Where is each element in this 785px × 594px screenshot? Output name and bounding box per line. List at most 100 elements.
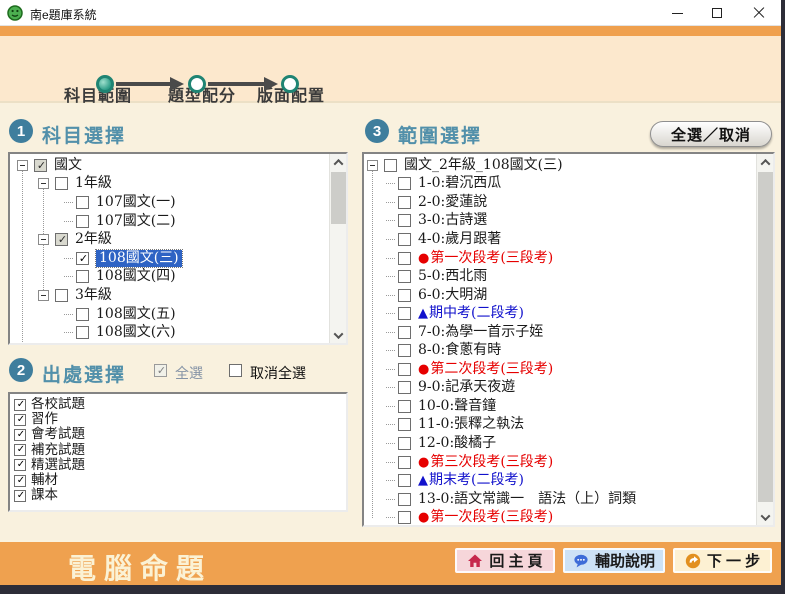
tree-checkbox[interactable]	[76, 270, 89, 283]
select-all-toggle-button[interactable]: 全選／取消	[650, 121, 772, 147]
list-checkbox[interactable]	[14, 444, 26, 456]
tree-row[interactable]: 108國文(五)	[10, 305, 329, 324]
select-all-label[interactable]: 全選	[175, 363, 203, 383]
tree-item-label[interactable]: 7-0:為學一首示子姪	[418, 324, 543, 341]
tree-item-label[interactable]: 1年級	[75, 175, 112, 192]
list-checkbox[interactable]	[14, 490, 26, 502]
tree-checkbox[interactable]	[55, 233, 68, 246]
tree-checkbox[interactable]	[398, 493, 411, 506]
list-checkbox[interactable]	[14, 475, 26, 487]
tree-row[interactable]: 1年級	[10, 175, 329, 194]
tree-row[interactable]: ▲期末考(二段考)	[364, 471, 756, 490]
tree-checkbox[interactable]	[55, 289, 68, 302]
tree-row[interactable]: 7-0:為學一首示子姪	[364, 323, 756, 342]
tree-checkbox[interactable]	[398, 270, 411, 283]
tree-row[interactable]: 13-0:語文常識一 語法（上）詞類	[364, 490, 756, 509]
tree-item-label[interactable]: 5-0:西北雨	[418, 268, 487, 285]
list-checkbox[interactable]	[14, 399, 26, 411]
scroll-down-button[interactable]	[757, 509, 774, 525]
tree-row[interactable]: 108國文(六)	[10, 323, 329, 342]
tree-item-label[interactable]: 108國文(三)	[96, 250, 182, 267]
tree-item-label[interactable]: ●第三次段考(三段考)	[418, 454, 553, 471]
tree-checkbox[interactable]	[398, 381, 411, 394]
next-step-button[interactable]: 下 一 步	[673, 548, 772, 573]
tree-checkbox[interactable]	[55, 177, 68, 190]
tree-row[interactable]: 3-0:古詩選	[364, 212, 756, 231]
tree-row[interactable]: 2年級	[10, 230, 329, 249]
list-item[interactable]: 精選試題	[10, 458, 346, 473]
tree-row[interactable]: 國文_2年級_108國文(三)	[364, 156, 756, 175]
tree-checkbox[interactable]	[76, 326, 89, 339]
tree-row[interactable]: 5-0:西北雨	[364, 267, 756, 286]
select-all-checkbox[interactable]	[154, 364, 167, 377]
tree-row[interactable]: 107國文(一)	[10, 193, 329, 212]
tree-item-label[interactable]: 11-0:張釋之執法	[418, 416, 524, 433]
list-item[interactable]: 各校試題	[10, 397, 346, 412]
list-item[interactable]: 課本	[10, 488, 346, 503]
tree-item-label[interactable]: 107國文(一)	[96, 194, 176, 211]
tree-item-label[interactable]: ▲期末考(二段考)	[418, 472, 524, 489]
tree-checkbox[interactable]	[34, 159, 47, 172]
tree-row[interactable]: ●第一次段考(三段考)	[364, 249, 756, 268]
list-checkbox[interactable]	[14, 414, 26, 426]
maximize-button[interactable]	[697, 0, 737, 26]
tree-row[interactable]: 4-0:歲月跟著	[364, 230, 756, 249]
tree-item-label[interactable]: 2年級	[75, 231, 112, 248]
deselect-all-label[interactable]: 取消全選	[250, 363, 306, 383]
list-item[interactable]: 輔材	[10, 473, 346, 488]
tree-item-label[interactable]: 10-0:聲音鐘	[418, 398, 496, 415]
tree-row[interactable]: 108國文(三)	[10, 249, 329, 268]
tree-checkbox[interactable]	[398, 233, 411, 246]
tree-checkbox[interactable]	[398, 289, 411, 302]
tree-checkbox[interactable]	[398, 511, 411, 524]
tree-checkbox[interactable]	[398, 418, 411, 431]
scrollbar-thumb[interactable]	[758, 172, 773, 502]
scroll-down-button[interactable]	[330, 327, 347, 343]
source-list[interactable]: 各校試題習作會考試題補充試題精選試題輔材課本	[8, 392, 348, 512]
tree-item-label[interactable]: ●第二次段考(三段考)	[418, 361, 553, 378]
tree-checkbox[interactable]	[398, 214, 411, 227]
tree-row[interactable]: ●第一次段考(三段考)	[364, 508, 756, 525]
tree-item-label[interactable]: ●第一次段考(三段考)	[418, 509, 553, 525]
tree-item-label[interactable]: 108國文(六)	[96, 324, 176, 341]
tree-checkbox[interactable]	[398, 326, 411, 339]
list-checkbox[interactable]	[14, 429, 26, 441]
tree-checkbox[interactable]	[76, 252, 89, 265]
tree-checkbox[interactable]	[398, 363, 411, 376]
tree-checkbox[interactable]	[76, 308, 89, 321]
tree-item-label[interactable]: 4-0:歲月跟著	[418, 231, 501, 248]
deselect-all-checkbox[interactable]	[229, 364, 242, 377]
tree-checkbox[interactable]	[398, 196, 411, 209]
tree-expander[interactable]	[17, 160, 28, 171]
tree-checkbox[interactable]	[398, 474, 411, 487]
tree-item-label[interactable]: 107國文(二)	[96, 213, 176, 230]
tree-checkbox[interactable]	[76, 196, 89, 209]
scroll-up-button[interactable]	[757, 154, 774, 170]
tree-row[interactable]: 8-0:食蔥有時	[364, 341, 756, 360]
tree-item-label[interactable]: ▲期中考(二段考)	[418, 305, 524, 322]
tree-row[interactable]: 6-0:大明湖	[364, 286, 756, 305]
tree-checkbox[interactable]	[398, 307, 411, 320]
tree-expander[interactable]	[38, 234, 49, 245]
tree-checkbox[interactable]	[398, 437, 411, 450]
range-tree[interactable]: 國文_2年級_108國文(三)1-0:碧沉西瓜 2-0:愛蓮說3-0:古詩選 4-0…	[362, 152, 775, 527]
home-button[interactable]: 回 主 頁	[455, 548, 555, 573]
tree-item-label[interactable]: 13-0:語文常識一 語法（上）詞類	[418, 491, 636, 508]
tree-row[interactable]: ●第三次段考(三段考)	[364, 453, 756, 472]
tree-row[interactable]: 9-0:記承天夜遊	[364, 379, 756, 398]
tree-checkbox[interactable]	[398, 456, 411, 469]
tree-row[interactable]: 國文	[10, 156, 329, 175]
tree-expander[interactable]	[38, 290, 49, 301]
tree-item-label[interactable]: 6-0:大明湖	[418, 287, 487, 304]
tree-item-label[interactable]: 108國文(五)	[96, 306, 176, 323]
list-item-label[interactable]: 課本	[31, 487, 58, 504]
tree-item-label[interactable]: 2-0:愛蓮說	[418, 194, 487, 211]
tree-item-label[interactable]: 9-0:記承天夜遊	[418, 379, 515, 396]
tree-item-label[interactable]: 1-0:碧沉西瓜	[418, 175, 501, 192]
minimize-button[interactable]	[657, 0, 697, 26]
tree-item-label[interactable]: 3-0:古詩選	[418, 212, 487, 229]
tree-row[interactable]: 107國文(二)	[10, 212, 329, 231]
help-button[interactable]: 輔助說明	[563, 548, 665, 573]
tree-item-label[interactable]: 108國文(四)	[96, 268, 176, 285]
scrollbar-thumb[interactable]	[331, 172, 346, 224]
